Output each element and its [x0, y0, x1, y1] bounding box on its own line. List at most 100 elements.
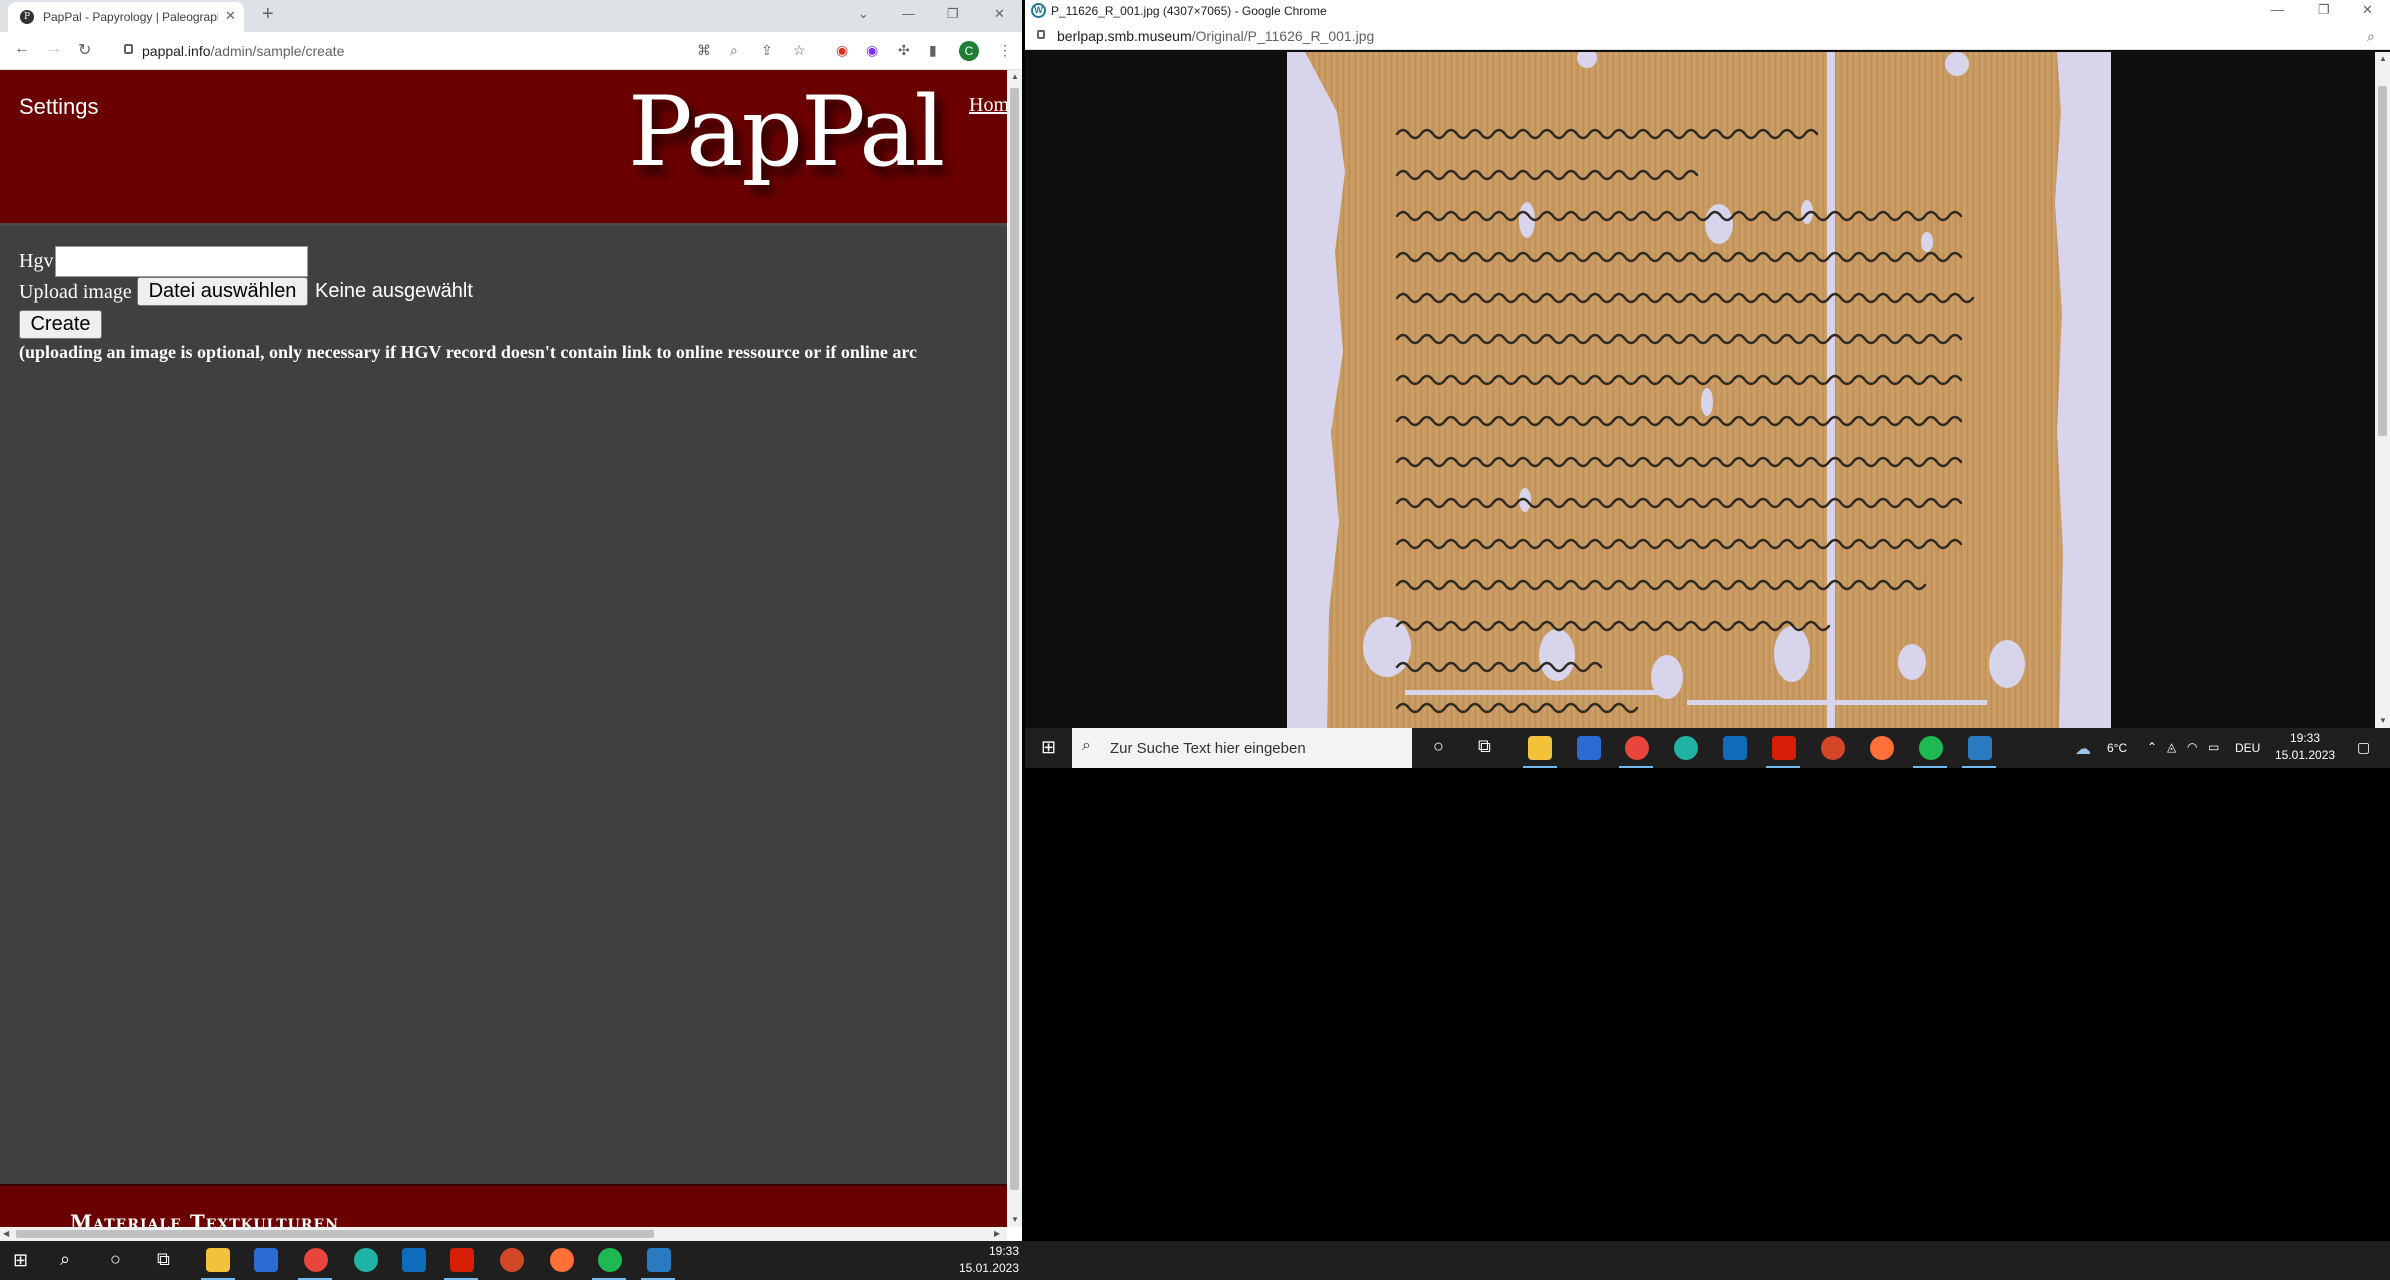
chrome-icon[interactable]	[1625, 736, 1649, 760]
search-placeholder: Zur Suche Text hier eingeben	[1110, 740, 1306, 757]
hgv-input[interactable]	[55, 246, 308, 277]
firefox-icon[interactable]	[1870, 736, 1894, 760]
notifications-icon[interactable]: ▢	[2357, 739, 2370, 756]
cortana-icon[interactable]: ○	[110, 1249, 121, 1270]
home-link[interactable]: Hom	[969, 94, 1007, 117]
pappal-page: Settings PapPal Hom Hgv Upload image Dat…	[0, 70, 1007, 1227]
clock-time[interactable]: 19:33	[955, 1244, 1019, 1258]
main-taskbar: ⊞ ⌕ ○ ⧉ 19:33 15.01.2023	[0, 1241, 2390, 1280]
chrome-icon[interactable]	[304, 1248, 328, 1272]
tab-search-icon[interactable]: ⌄	[858, 6, 869, 22]
scroll-up-icon[interactable]: ▲	[2379, 54, 2387, 63]
minimize-icon[interactable]: —	[2271, 2, 2284, 17]
papyrus-image[interactable]	[1287, 52, 2111, 728]
windows-start-icon[interactable]: ⊞	[13, 1250, 28, 1271]
footer-title[interactable]: Materiale Textkulturen	[70, 1210, 339, 1227]
tab-close-icon[interactable]: ✕	[225, 8, 236, 24]
cortana-icon[interactable]: ○	[1433, 736, 1444, 757]
clock-date[interactable]: 15.01.2023	[2275, 748, 2335, 762]
tray-chevron-icon[interactable]: ⌃	[2147, 740, 2157, 754]
extensions-puzzle-icon[interactable]: ✣	[898, 42, 910, 59]
task-view-icon[interactable]: ⧉	[157, 1249, 170, 1270]
edge-icon[interactable]	[354, 1248, 378, 1272]
scroll-up-icon[interactable]: ▲	[1011, 72, 1019, 81]
scrollbar-thumb[interactable]	[1010, 88, 1019, 1190]
vertical-scrollbar[interactable]: ▲ ▼	[2375, 52, 2390, 728]
windows-start-icon[interactable]: ⊞	[1041, 737, 1056, 758]
close-window-icon[interactable]: ✕	[2362, 2, 2373, 18]
back-icon[interactable]: ←	[14, 40, 30, 58]
file-explorer-icon[interactable]	[1528, 736, 1552, 760]
acrobat-icon[interactable]	[1772, 736, 1796, 760]
choose-file-button[interactable]: Datei auswählen	[137, 277, 308, 306]
profile-avatar[interactable]: C	[959, 41, 979, 61]
restore-icon[interactable]: ❐	[2318, 2, 2330, 18]
spotify-icon[interactable]	[598, 1248, 622, 1272]
network-icon[interactable]: ◬	[2167, 740, 2176, 754]
firefox-icon[interactable]	[550, 1248, 574, 1272]
translate-icon[interactable]: ⌘	[697, 42, 711, 59]
acrobat-icon[interactable]	[450, 1248, 474, 1272]
store-icon[interactable]	[254, 1248, 278, 1272]
right-address-bar[interactable]: berlpap.smb.museum/Original/P_11626_R_00…	[1025, 22, 2390, 50]
no-file-selected-text: Keine ausgewählt	[315, 280, 473, 302]
forward-icon[interactable]: →	[46, 40, 62, 58]
settings-link[interactable]: Settings	[19, 94, 99, 120]
scroll-right-icon[interactable]: ▶	[994, 1229, 1000, 1238]
scroll-down-icon[interactable]: ▼	[2379, 716, 2387, 725]
scrollbar-thumb[interactable]	[2378, 86, 2387, 436]
extension-red-icon[interactable]: ◉	[836, 42, 848, 59]
taskbar-search[interactable]: ⌕ Zur Suche Text hier eingeben	[1072, 728, 1412, 768]
zoom-icon[interactable]: ⌕	[730, 42, 738, 59]
zoom-icon[interactable]: ⌕	[2367, 28, 2375, 45]
close-window-icon[interactable]: ✕	[994, 6, 1005, 22]
powerpoint-icon[interactable]	[500, 1248, 524, 1272]
store-icon[interactable]	[1577, 736, 1601, 760]
right-title-bar: W P_11626_R_001.jpg (4307×7065) - Google…	[1025, 0, 2390, 22]
upload-image-label: Upload image	[19, 281, 132, 303]
clock-time[interactable]: 19:33	[2275, 731, 2335, 745]
language-text[interactable]: DEU	[2235, 741, 2260, 755]
powerpoint-icon[interactable]	[1821, 736, 1845, 760]
scroll-left-icon[interactable]: ◀	[3, 1229, 9, 1238]
wordpress-icon: W	[1031, 3, 1046, 18]
new-tab-icon[interactable]: +	[262, 3, 274, 26]
reload-icon[interactable]: ↻	[78, 40, 91, 60]
pappal-banner: Settings PapPal Hom	[0, 70, 1007, 226]
right-browser-window: W P_11626_R_001.jpg (4307×7065) - Google…	[1025, 0, 2390, 728]
pappal-logo[interactable]: PapPal	[628, 76, 945, 188]
tab-pappal[interactable]: P PapPal - Papyrology | Paleograph ✕	[8, 2, 244, 32]
menu-kebab-icon[interactable]: ⋮	[998, 42, 1012, 59]
create-button[interactable]: Create	[19, 310, 102, 339]
weather-text[interactable]: 6°C	[2107, 741, 2127, 755]
wifi-icon[interactable]: ◠	[2187, 740, 2197, 754]
hgv-label: Hgv	[19, 250, 54, 272]
address-bar[interactable]: pappal.info/admin/sample/create	[110, 37, 720, 65]
minimize-icon[interactable]: —	[902, 6, 915, 21]
active-indicator	[1523, 766, 1557, 768]
search-icon[interactable]: ⌕	[60, 1249, 70, 1270]
task-view-icon[interactable]: ⧉	[1478, 736, 1491, 757]
extension-purple-icon[interactable]: ◉	[866, 42, 878, 59]
mail-icon[interactable]	[1723, 736, 1747, 760]
battery-icon[interactable]: ▭	[2208, 740, 2219, 754]
edge-icon[interactable]	[1674, 736, 1698, 760]
scroll-down-icon[interactable]: ▼	[1011, 1215, 1019, 1224]
spotify-icon[interactable]	[1919, 736, 1943, 760]
tab-strip: P PapPal - Papyrology | Paleograph ✕ + ⌄…	[0, 0, 1022, 32]
bookmark-star-icon[interactable]: ☆	[793, 42, 806, 59]
restore-icon[interactable]: ❐	[947, 6, 959, 22]
window-title: P_11626_R_001.jpg (4307×7065) - Google C…	[1051, 4, 1327, 18]
clock-date[interactable]: 15.01.2023	[955, 1261, 1019, 1275]
scrollbar-thumb[interactable]	[16, 1230, 654, 1238]
mail-icon[interactable]	[402, 1248, 426, 1272]
share-icon[interactable]: ⇪	[761, 42, 773, 59]
photos-icon[interactable]	[647, 1248, 671, 1272]
vertical-scrollbar[interactable]: ▲ ▼	[1007, 70, 1022, 1227]
active-indicator	[1766, 766, 1800, 768]
cloud-icon[interactable]: ☁	[2075, 739, 2091, 759]
horizontal-scrollbar[interactable]: ◀ ▶	[0, 1227, 1007, 1241]
photos-icon[interactable]	[1968, 736, 1992, 760]
side-panel-icon[interactable]: ▮	[929, 42, 937, 59]
file-explorer-icon[interactable]	[206, 1248, 230, 1272]
